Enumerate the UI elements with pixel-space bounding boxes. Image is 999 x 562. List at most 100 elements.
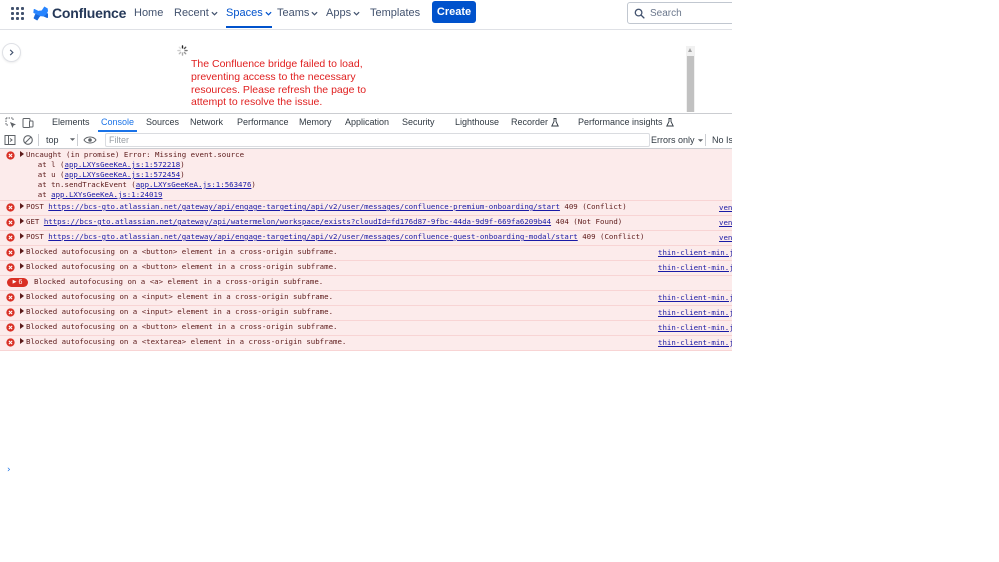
page-scrollbar[interactable]	[686, 46, 695, 112]
devtools-tab-security[interactable]: Security	[402, 117, 435, 127]
devtools-tab-performance[interactable]: Performance	[237, 117, 289, 127]
source-location-link[interactable]: ven	[719, 233, 732, 242]
console-link[interactable]: https://bcs-gto.atlassian.net/gateway/ap…	[44, 217, 551, 226]
devtools-tab-label: Application	[345, 117, 390, 127]
console-error-row[interactable]: POST https://bcs-gto.atlassian.net/gatew…	[0, 201, 732, 216]
screenshot: Confluence Home Recent Spaces Teams Apps Temp…	[0, 0, 732, 562]
devtools-tab-label: Console	[101, 117, 135, 127]
nav-item-apps[interactable]: Apps	[326, 7, 360, 19]
expand-triangle-icon[interactable]	[20, 308, 24, 314]
expand-triangle-icon[interactable]	[20, 233, 24, 239]
experimental-flask-icon	[551, 117, 559, 126]
source-location-link[interactable]: thin-client-min.j	[658, 293, 732, 302]
console-error-row[interactable]: Uncaught (in promise) Error: Missing eve…	[0, 149, 732, 201]
scrollbar-thumb[interactable]	[687, 56, 694, 112]
console-error-row[interactable]: Blocked autofocusing on a <input> elemen…	[0, 291, 732, 306]
console-link[interactable]: https://bcs-gto.atlassian.net/gateway/ap…	[48, 202, 560, 211]
console-error-row[interactable]: POST https://bcs-gto.atlassian.net/gatew…	[0, 231, 732, 246]
expand-triangle-icon[interactable]	[20, 151, 24, 157]
expand-triangle-icon[interactable]	[20, 263, 24, 269]
nav-item-recent[interactable]: Recent	[174, 7, 218, 19]
devtools-tab-label: Elements	[52, 117, 90, 127]
clear-console-icon[interactable]	[22, 134, 34, 146]
expand-triangle-icon[interactable]	[20, 293, 24, 299]
console-message-line: at app.LXYsGeeKeA.js:1:24019	[20, 190, 163, 200]
devtools-tab-console[interactable]: Console	[97, 117, 138, 132]
devtools-tab-performance-insights[interactable]: Performance insights	[578, 117, 674, 127]
console-link[interactable]: app.LXYsGeeKeA.js:1:24019	[51, 190, 162, 199]
console-link[interactable]: app.LXYsGeeKeA.js:1:563476	[136, 180, 252, 189]
live-expression-eye-icon[interactable]	[83, 134, 97, 146]
log-levels-dropdown[interactable]: Errors only	[651, 135, 704, 145]
source-location-link[interactable]: ven	[719, 203, 732, 212]
console-error-row[interactable]: Blocked autofocusing on a <input> elemen…	[0, 306, 732, 321]
source-location-link[interactable]: thin-client-min.j	[658, 323, 732, 332]
source-location-link[interactable]: thin-client-min.j	[658, 248, 732, 257]
console-prompt[interactable]: ›	[6, 465, 11, 475]
devtools-tab-label: Network	[190, 117, 224, 127]
devtools-tab-elements[interactable]: Elements	[52, 117, 90, 127]
console-error-row[interactable]: GET https://bcs-gto.atlassian.net/gatewa…	[0, 216, 732, 231]
console-message-line: at l (app.LXYsGeeKeA.js:1:572218)	[20, 160, 185, 170]
chevron-down-icon	[69, 138, 76, 141]
nav-item-label: Home	[134, 7, 164, 19]
source-location-link[interactable]: thin-client-min.j	[658, 263, 732, 272]
console-message-text: Uncaught (in promise) Error: Missing eve…	[26, 150, 245, 159]
show-sidebar-icon[interactable]	[4, 134, 16, 146]
devtools-tab-memory[interactable]: Memory	[299, 117, 332, 127]
nav-item-label: Templates	[370, 7, 421, 19]
devtools-tab-lighthouse[interactable]: Lighthouse	[455, 117, 499, 127]
confluence-logo-icon	[33, 6, 48, 20]
toolbar-divider	[705, 134, 706, 146]
expand-triangle-icon[interactable]	[20, 203, 24, 209]
app-switcher-grid-icon[interactable]	[11, 7, 24, 20]
expand-triangle-icon: ▶	[12, 279, 17, 285]
source-location-link[interactable]: thin-client-min.j	[658, 338, 732, 347]
create-button[interactable]: Create	[432, 1, 476, 23]
devtools-tab-recorder[interactable]: Recorder	[511, 117, 559, 127]
nav-item-home[interactable]: Home	[134, 7, 163, 19]
devtools-tab-label: Recorder	[511, 117, 549, 127]
console-message-line: Blocked autofocusing on a <input> elemen…	[20, 292, 333, 302]
device-toolbar-icon[interactable]	[22, 117, 34, 129]
console-link[interactable]: https://bcs-gto.atlassian.net/gateway/ap…	[48, 232, 578, 241]
console-error-row[interactable]: Blocked autofocusing on a <button> eleme…	[0, 321, 732, 336]
error-icon	[6, 263, 15, 272]
console-message-text: POST	[26, 232, 49, 241]
console-filter-input[interactable]	[105, 133, 650, 147]
console-link[interactable]: app.LXYsGeeKeA.js:1:572218	[65, 160, 181, 169]
nav-item-templates[interactable]: Templates	[370, 7, 420, 19]
error-icon	[6, 233, 15, 242]
console-toolbar: top Errors only No Is	[0, 132, 732, 149]
error-icon	[6, 308, 15, 317]
logo-text: Confluence	[52, 5, 127, 21]
console-error-row[interactable]: Blocked autofocusing on a <textarea> ele…	[0, 336, 732, 351]
issues-counter[interactable]: No Is	[712, 135, 732, 145]
expand-triangle-icon[interactable]	[20, 248, 24, 254]
console-link[interactable]: app.LXYsGeeKeA.js:1:572454	[65, 170, 181, 179]
confluence-logo[interactable]: Confluence	[33, 5, 126, 21]
search-box[interactable]	[627, 2, 732, 24]
devtools-tab-application[interactable]: Application	[345, 117, 389, 127]
console-error-row[interactable]: Blocked autofocusing on a <button> eleme…	[0, 261, 732, 276]
devtools-tab-sources[interactable]: Sources	[146, 117, 179, 127]
expand-triangle-icon[interactable]	[20, 218, 24, 224]
console-message-text: Blocked autofocusing on a <a> element in…	[34, 277, 324, 286]
expand-sidebar-button[interactable]	[2, 43, 21, 62]
expand-triangle-icon[interactable]	[20, 338, 24, 344]
console-error-row[interactable]: Blocked autofocusing on a <button> eleme…	[0, 246, 732, 261]
nav-item-teams[interactable]: Teams	[277, 7, 318, 19]
source-location-link[interactable]: ven	[719, 218, 732, 227]
expand-triangle-icon[interactable]	[20, 323, 24, 329]
source-location-link[interactable]: thin-client-min.j	[658, 308, 732, 317]
nav-item-spaces[interactable]: Spaces	[226, 7, 272, 28]
scroll-up-arrow-icon[interactable]	[688, 48, 692, 52]
bridge-error-message: The Confluence bridge failed to load, pr…	[191, 58, 367, 109]
inspect-element-icon[interactable]	[5, 117, 17, 129]
search-input[interactable]	[650, 7, 730, 19]
chevron-right-icon	[9, 49, 14, 56]
nav-item-label: Teams	[277, 7, 310, 19]
console-error-row[interactable]: ▶ 6 Blocked autofocusing on a <a> element …	[0, 276, 732, 291]
console-message-text: at	[20, 190, 52, 199]
devtools-tab-network[interactable]: Network	[190, 117, 223, 127]
